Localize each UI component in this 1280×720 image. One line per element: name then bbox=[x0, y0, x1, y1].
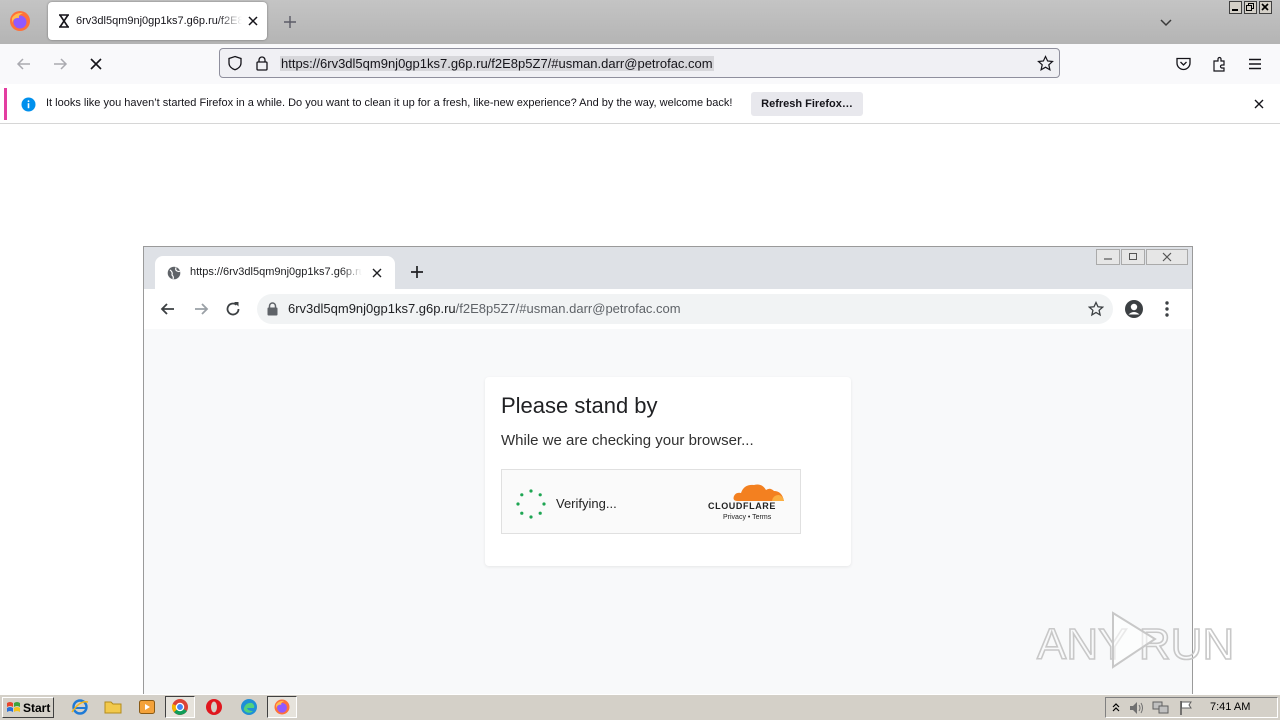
chrome-icon bbox=[172, 699, 188, 715]
star-icon[interactable] bbox=[1037, 55, 1054, 72]
firefox-tab-bar: 6rv3dl5qm9nj0gp1ks7.g6p.ru/f2E8p5Z7/#usm… bbox=[0, 0, 1280, 44]
flag-icon[interactable] bbox=[1178, 700, 1194, 716]
star-icon bbox=[1088, 301, 1104, 317]
refresh-firefox-button[interactable]: Refresh Firefox… bbox=[751, 92, 863, 116]
privacy-terms-links: Privacy • Terms bbox=[723, 514, 772, 521]
refresh-notification-bar: It looks like you haven’t started Firefo… bbox=[4, 88, 1276, 120]
lock-icon bbox=[267, 302, 278, 316]
pocket-icon[interactable] bbox=[1175, 56, 1192, 72]
hourglass-icon bbox=[59, 14, 69, 28]
inner-window-controls bbox=[1095, 249, 1191, 265]
chrome-tab-title: https://6rv3dl5qm9nj0gp1ks7.g6p.ru/f2E8p… bbox=[190, 266, 362, 278]
cloudflare-logo-text: CLOUDFLARE bbox=[708, 501, 776, 511]
profile-icon bbox=[1125, 300, 1143, 318]
chrome-toolbar: 6rv3dl5qm9nj0gp1ks7.g6p.ru/f2E8p5Z7/#usm… bbox=[144, 289, 1192, 330]
taskbar-firefox-button[interactable] bbox=[267, 696, 297, 718]
page-title: Please stand by bbox=[501, 393, 658, 418]
firefox-icon bbox=[274, 699, 290, 715]
firefox-tab-active[interactable]: 6rv3dl5qm9nj0gp1ks7.g6p.ru/f2E8p5Z7/#usm… bbox=[48, 2, 267, 40]
restore-icon bbox=[1246, 3, 1254, 11]
firefox-nav-bar: https://6rv3dl5qm9nj0gp1ks7.g6p.ru/f2E8p… bbox=[0, 44, 1280, 84]
folder-icon[interactable] bbox=[104, 698, 122, 716]
extensions-icon[interactable] bbox=[1211, 55, 1229, 73]
plus-icon bbox=[411, 266, 423, 278]
tab-title: 6rv3dl5qm9nj0gp1ks7.g6p.ru/f2E8p5Z7/#usm… bbox=[76, 15, 242, 27]
minimize-button[interactable] bbox=[1229, 1, 1242, 14]
opera-icon[interactable] bbox=[205, 698, 223, 716]
menu-icon[interactable] bbox=[1247, 56, 1263, 72]
url-bar[interactable]: https://6rv3dl5qm9nj0gp1ks7.g6p.ru/f2E8p… bbox=[219, 48, 1060, 78]
cloudflare-cloud-icon bbox=[733, 484, 784, 501]
forward-icon bbox=[195, 303, 209, 315]
close-icon bbox=[1146, 249, 1188, 265]
firefox-logo[interactable] bbox=[8, 9, 32, 33]
globe-icon bbox=[167, 266, 181, 280]
url-text[interactable]: https://6rv3dl5qm9nj0gp1ks7.g6p.ru/f2E8p… bbox=[280, 56, 714, 71]
plus-icon[interactable] bbox=[280, 12, 300, 32]
chrome-url-text: 6rv3dl5qm9nj0gp1ks7.g6p.ru/f2E8p5Z7/#usm… bbox=[288, 301, 681, 316]
minimize-icon bbox=[1096, 249, 1120, 265]
close-icon[interactable] bbox=[245, 13, 261, 29]
page-subtitle: While we are checking your browser... bbox=[501, 432, 754, 449]
url-path: /f2E8p5Z7/#usman.darr@petrofac.com bbox=[455, 301, 681, 316]
close-icon bbox=[1261, 3, 1269, 11]
windows-taskbar: Start 7:41 AM bbox=[0, 694, 1280, 720]
more-vertical-icon bbox=[1165, 301, 1169, 317]
start-label: Start bbox=[23, 701, 51, 715]
close-icon bbox=[372, 268, 382, 278]
network-icon[interactable] bbox=[1152, 700, 1170, 716]
edge-icon[interactable] bbox=[240, 698, 258, 716]
anyrun-watermark-logo: ANY RUN bbox=[1036, 611, 1235, 670]
chrome-omnibox: 6rv3dl5qm9nj0gp1ks7.g6p.ru/f2E8p5Z7/#usm… bbox=[257, 294, 1113, 324]
restore-icon bbox=[1121, 249, 1145, 265]
window-close-button[interactable] bbox=[1259, 1, 1272, 14]
volume-icon[interactable] bbox=[1128, 700, 1144, 716]
shield-icon[interactable] bbox=[227, 55, 243, 71]
minimize-icon bbox=[1232, 9, 1238, 11]
url-host: 6rv3dl5qm9nj0gp1ks7.g6p.ru bbox=[288, 301, 456, 316]
info-icon bbox=[21, 97, 36, 112]
windows-logo-icon bbox=[7, 702, 20, 712]
spinner-icon bbox=[516, 489, 546, 519]
system-tray: 7:41 AM bbox=[1105, 697, 1278, 718]
stop-icon[interactable] bbox=[84, 52, 108, 76]
lock-icon[interactable] bbox=[255, 55, 269, 71]
clock: 7:41 AM bbox=[1210, 701, 1251, 713]
start-button[interactable]: Start bbox=[2, 697, 54, 718]
forward-icon[interactable] bbox=[48, 52, 72, 76]
challenge-card: Please stand by While we are checking yo… bbox=[485, 377, 851, 566]
chevron-up-icon[interactable] bbox=[1111, 701, 1121, 715]
close-icon[interactable] bbox=[1253, 98, 1265, 110]
reload-icon bbox=[226, 302, 240, 316]
separator bbox=[0, 123, 1280, 124]
chrome-tab: https://6rv3dl5qm9nj0gp1ks7.g6p.ru/f2E8p… bbox=[155, 256, 395, 290]
back-icon bbox=[160, 303, 174, 315]
restore-button[interactable] bbox=[1244, 1, 1257, 14]
notification-message: It looks like you haven’t started Firefo… bbox=[46, 97, 733, 109]
taskbar-chrome-button[interactable] bbox=[165, 696, 195, 718]
internet-explorer-icon[interactable] bbox=[71, 698, 89, 716]
chevron-down-icon[interactable] bbox=[1158, 14, 1174, 30]
cloudflare-widget: Verifying... CLOUDFLARE Privacy • Terms bbox=[501, 469, 801, 534]
verifying-status: Verifying... bbox=[556, 496, 617, 511]
back-icon[interactable] bbox=[12, 52, 36, 76]
media-player-icon[interactable] bbox=[138, 698, 156, 716]
